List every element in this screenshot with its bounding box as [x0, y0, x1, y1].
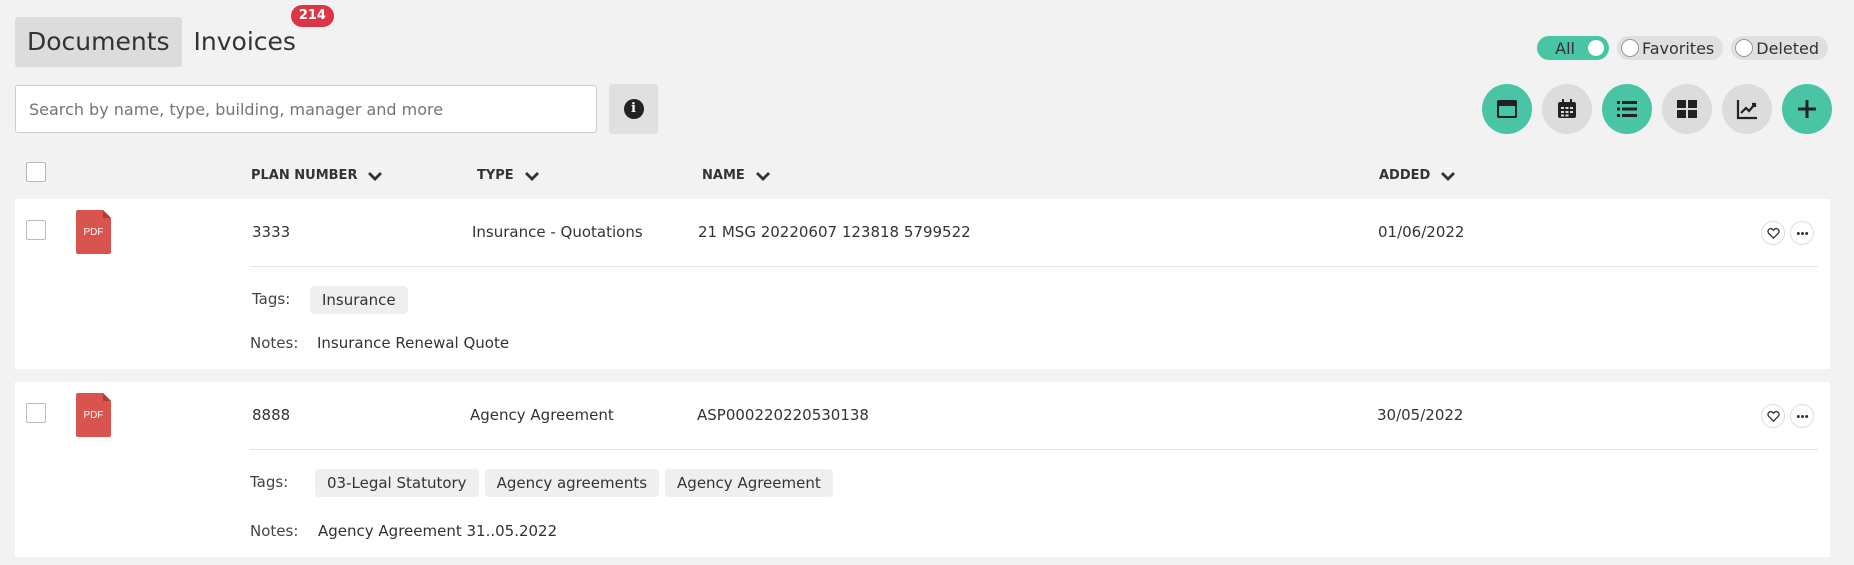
view-toolbar	[1482, 84, 1832, 134]
row-actions	[1761, 221, 1814, 245]
added-date: 30/05/2022	[1377, 406, 1464, 424]
more-options-button[interactable]	[1790, 404, 1814, 428]
filter-all-toggle[interactable]: All	[1537, 36, 1609, 60]
favorite-button[interactable]	[1761, 221, 1785, 245]
column-type[interactable]: TYPE	[477, 168, 540, 183]
filter-all-label: All	[1555, 38, 1575, 58]
chevron-down-icon	[1441, 171, 1456, 181]
document-row[interactable]: PDF 8888 Agency Agreement ASP00022022053…	[15, 382, 1830, 557]
plus-icon	[1798, 100, 1816, 118]
list-view-button[interactable]	[1602, 84, 1652, 134]
calendar-icon	[1558, 99, 1576, 118]
more-options-button[interactable]	[1790, 221, 1814, 245]
row-actions	[1761, 404, 1814, 428]
plan-number: 8888	[252, 406, 291, 424]
column-name[interactable]: NAME	[702, 168, 771, 183]
plan-number: 3333	[252, 223, 291, 241]
file-type-label: PDF	[84, 227, 104, 238]
filter-favorites-label: Favorites	[1641, 38, 1715, 58]
chart-view-button[interactable]	[1722, 84, 1772, 134]
pdf-file-icon: PDF	[76, 393, 111, 437]
tag-list: 03-Legal Statutory Agency agreements Age…	[315, 469, 833, 497]
column-name-label: NAME	[702, 168, 745, 183]
tab-invoices[interactable]: Invoices 214	[182, 5, 334, 67]
toggle-knob-icon	[1735, 39, 1754, 57]
chevron-down-icon	[524, 171, 539, 181]
row-divider	[250, 266, 1818, 267]
view-filters: All Favorites Deleted	[1537, 36, 1828, 60]
filter-favorites-toggle[interactable]: Favorites	[1616, 36, 1724, 60]
invoices-count-badge: 214	[290, 5, 334, 27]
notes-text: Insurance Renewal Quote	[317, 334, 510, 352]
row-divider	[250, 449, 1818, 450]
search-info-button[interactable]: i	[609, 84, 658, 134]
toggle-knob-icon	[1586, 39, 1605, 57]
chart-icon	[1736, 100, 1757, 120]
column-type-label: TYPE	[477, 168, 514, 183]
select-all-checkbox[interactable]	[26, 162, 46, 182]
add-document-button[interactable]	[1782, 84, 1832, 134]
column-added-label: ADDED	[1379, 168, 1431, 183]
grid-view-icon	[1677, 100, 1697, 118]
document-name[interactable]: ASP000220220530138	[697, 406, 869, 424]
column-plan-number[interactable]: PLAN NUMBER	[251, 168, 383, 183]
filter-deleted-toggle[interactable]: Deleted	[1731, 36, 1828, 60]
calendar-view-button[interactable]	[1542, 84, 1592, 134]
tag[interactable]: Insurance	[310, 286, 408, 314]
more-icon	[1796, 231, 1808, 235]
document-name[interactable]: 21 MSG 20220607 123818 5799522	[698, 223, 971, 241]
notes-label: Notes:	[250, 334, 299, 352]
card-view-icon	[1497, 100, 1517, 118]
column-plan-number-label: PLAN NUMBER	[251, 168, 358, 183]
tags-label: Tags:	[252, 290, 291, 308]
pdf-file-icon: PDF	[76, 210, 111, 254]
list-view-icon	[1617, 101, 1637, 117]
file-type-label: PDF	[84, 410, 104, 421]
tab-invoices-label: Invoices	[193, 27, 296, 56]
toggle-knob-icon	[1620, 39, 1639, 57]
more-icon	[1796, 414, 1808, 418]
grid-view-button[interactable]	[1662, 84, 1712, 134]
search-input[interactable]	[15, 85, 597, 133]
column-added[interactable]: ADDED	[1379, 168, 1456, 183]
row-checkbox[interactable]	[26, 403, 46, 423]
document-tabs: Documents Invoices 214	[15, 5, 334, 67]
chevron-down-icon	[755, 171, 770, 181]
document-type: Insurance - Quotations	[472, 223, 643, 241]
chevron-down-icon	[368, 171, 383, 181]
row-checkbox[interactable]	[26, 220, 46, 240]
document-type: Agency Agreement	[470, 406, 614, 424]
heart-icon	[1766, 227, 1780, 239]
favorite-button[interactable]	[1761, 404, 1785, 428]
tag-list: Insurance	[310, 286, 408, 314]
tag[interactable]: Agency Agreement	[665, 469, 833, 497]
tag[interactable]: 03-Legal Statutory	[315, 469, 479, 497]
card-view-button[interactable]	[1482, 84, 1532, 134]
table-header: PLAN NUMBER TYPE NAME ADDED	[0, 160, 1854, 190]
notes-text: Agency Agreement 31..05.2022	[318, 522, 558, 540]
document-row[interactable]: PDF 3333 Insurance - Quotations 21 MSG 2…	[15, 199, 1830, 369]
heart-icon	[1766, 410, 1780, 422]
notes-label: Notes:	[250, 522, 299, 540]
tab-documents[interactable]: Documents	[15, 17, 182, 67]
info-icon: i	[623, 99, 644, 119]
filter-deleted-label: Deleted	[1756, 38, 1819, 58]
tag[interactable]: Agency agreements	[484, 469, 660, 497]
tags-label: Tags:	[250, 473, 289, 491]
added-date: 01/06/2022	[1378, 223, 1465, 241]
